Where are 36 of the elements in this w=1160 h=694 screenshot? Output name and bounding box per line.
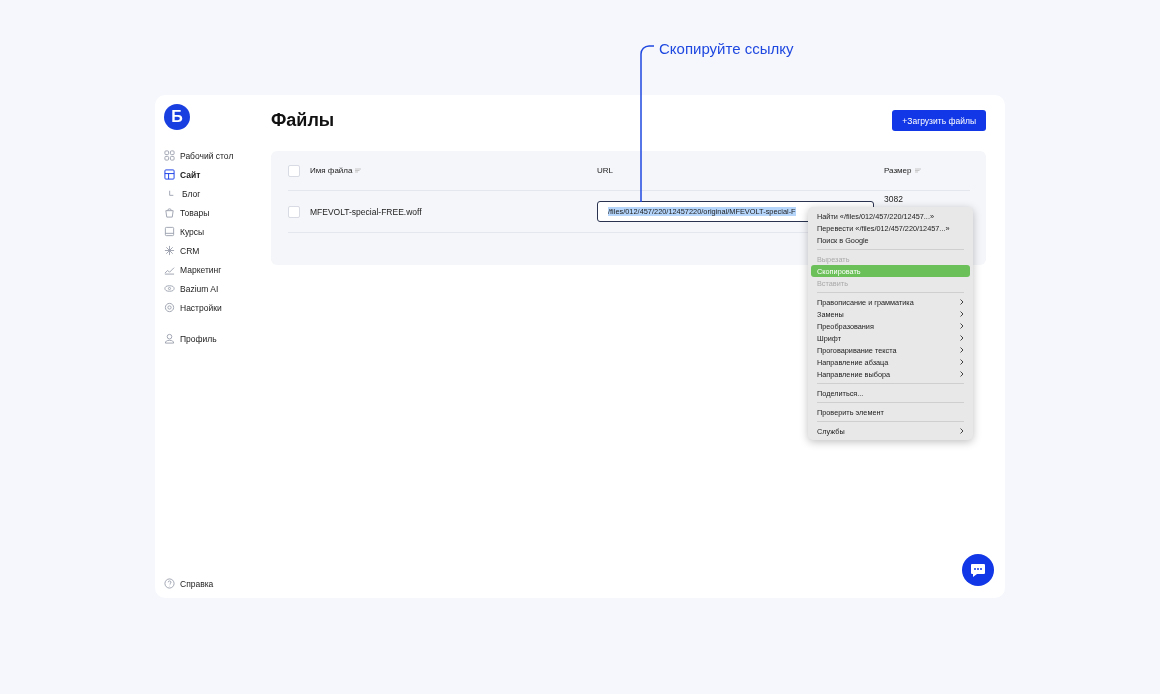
sidebar-item[interactable]: Маркетинг [164, 260, 271, 279]
sidebar-item[interactable]: CRM [164, 241, 271, 260]
snowflake-icon [164, 245, 175, 256]
sidebar-item[interactable]: Профиль [164, 329, 271, 348]
chat-icon [970, 563, 986, 577]
page-title: Файлы [271, 110, 335, 131]
table-cell-text: MFEVOLT-special-FREE.woff [310, 206, 423, 217]
sidebar-item[interactable]: Сайт [164, 165, 271, 184]
upload-button[interactable]: +Загрузить файлы [892, 110, 986, 131]
column-header[interactable]: Имя файла [310, 166, 597, 175]
sort-icon [355, 168, 362, 173]
help-icon [164, 578, 175, 589]
bag-icon [164, 207, 175, 218]
help-link[interactable]: Справка [164, 574, 271, 593]
grid-icon [164, 150, 175, 161]
sidebar-item[interactable]: Блог [164, 184, 271, 203]
column-header[interactable]: Размер [884, 166, 970, 175]
column-header[interactable]: URL [597, 166, 884, 175]
chevron-icon [960, 428, 964, 434]
checkbox[interactable] [288, 164, 300, 177]
table-cell-text: 3082 [884, 194, 904, 204]
layout-icon [164, 169, 175, 180]
settings-icon [164, 302, 175, 313]
sidebar-item[interactable]: Рабочий стол [164, 146, 271, 165]
sidebar-item[interactable]: Курсы [164, 222, 271, 241]
checkbox[interactable] [288, 205, 300, 218]
eye-icon [164, 283, 175, 294]
user-icon [164, 333, 175, 344]
sidebar-item[interactable]: Bazium AI [164, 279, 271, 298]
chart-icon [164, 264, 175, 275]
logo[interactable]: Б [164, 104, 190, 130]
book-icon [164, 226, 175, 237]
sidebar-item[interactable]: Товары [164, 203, 271, 222]
sidebar-item[interactable]: Настройки [164, 298, 271, 317]
sort-icon [914, 168, 921, 173]
callout-text: Скопируйте ссылку [659, 40, 794, 57]
